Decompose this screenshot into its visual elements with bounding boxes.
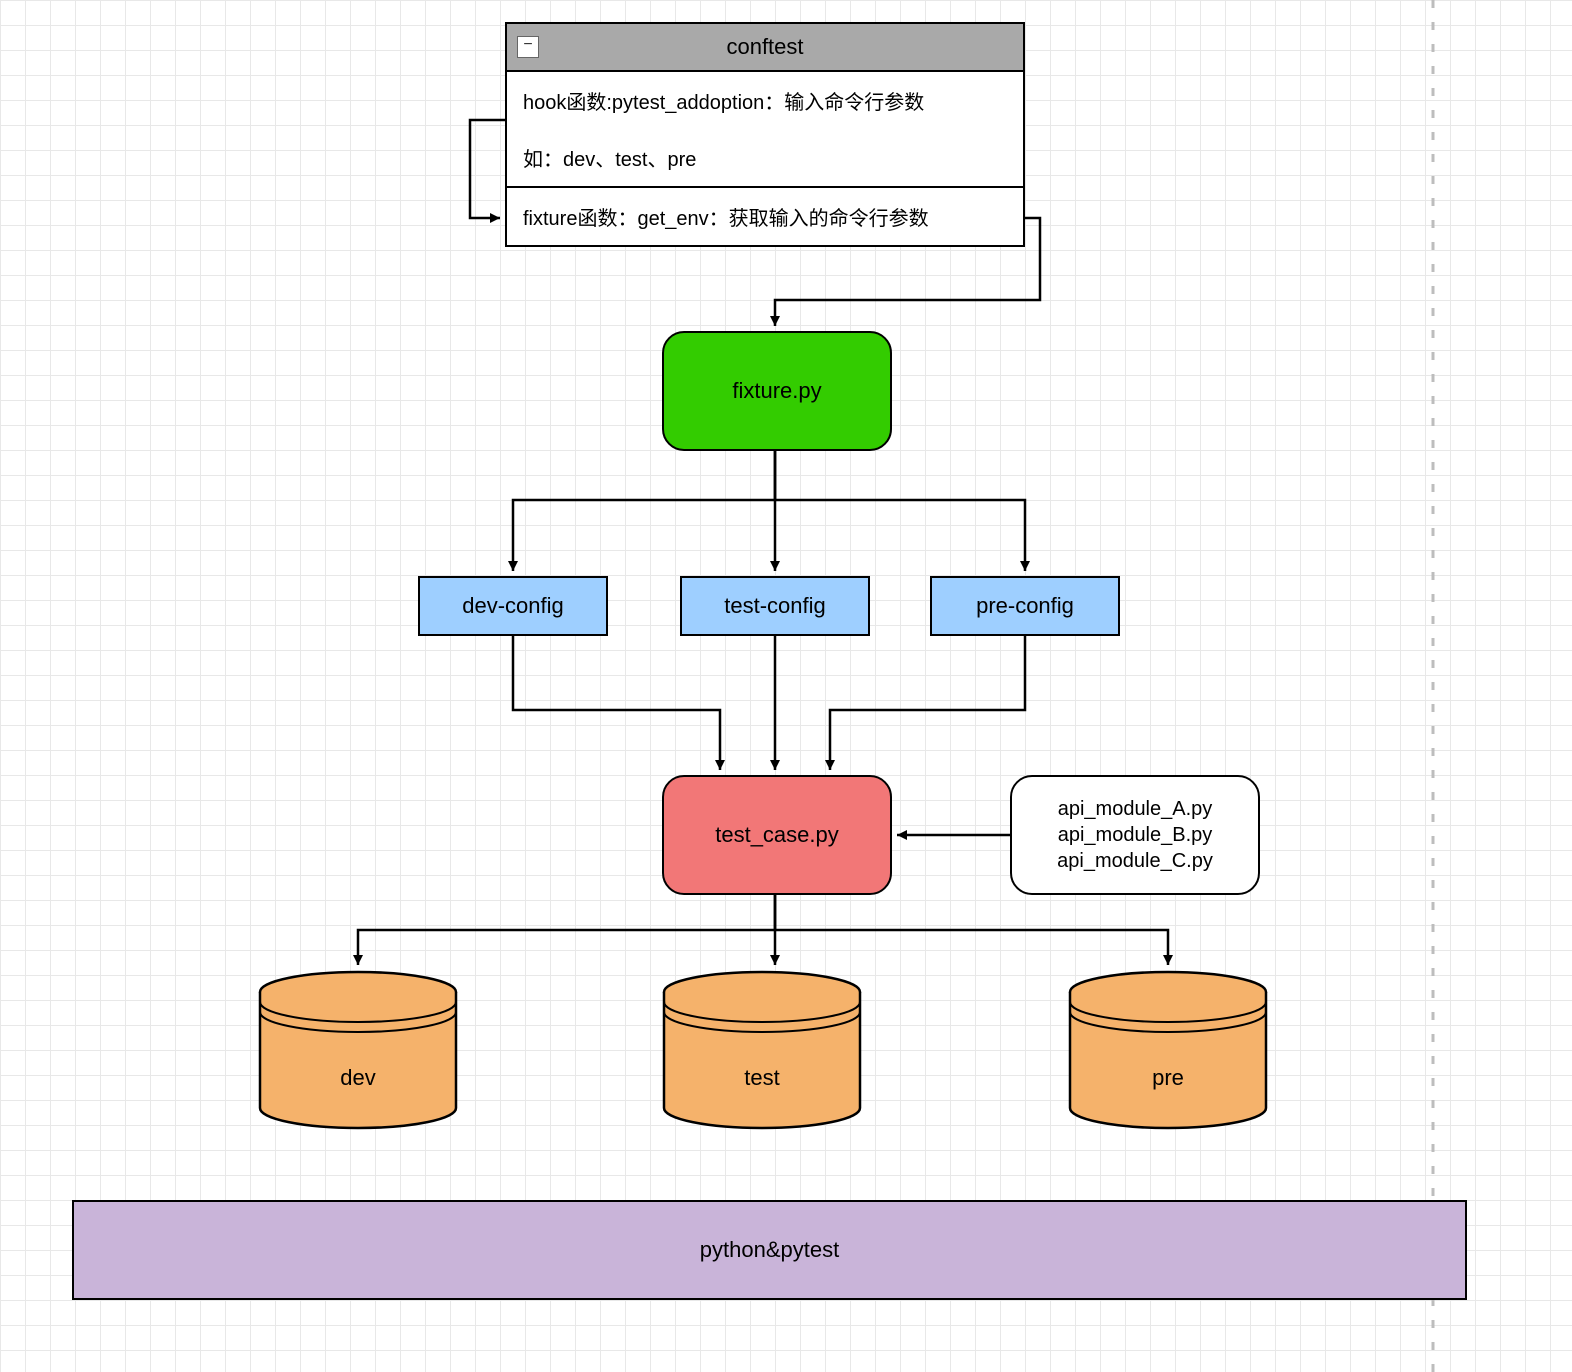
db-dev-label: dev [258,1065,458,1091]
test-config-label: test-config [724,593,826,619]
db-test[interactable]: test [662,970,862,1130]
testcase-label: test_case.py [715,822,839,848]
api-modules-node[interactable]: api_module_A.py api_module_B.py api_modu… [1010,775,1260,895]
api-module-c: api_module_C.py [1057,848,1213,874]
api-module-b: api_module_B.py [1058,822,1213,848]
conftest-row-example: 如：dev、test、pre [507,129,1023,186]
footer-bar[interactable]: python&pytest [72,1200,1467,1300]
conftest-row-fixture: fixture函数：get_env：获取输入的命令行参数 [507,186,1023,245]
conftest-header: − conftest [507,24,1023,72]
fixture-node[interactable]: fixture.py [662,331,892,451]
db-pre[interactable]: pre [1068,970,1268,1130]
conftest-title: conftest [726,34,803,59]
db-dev[interactable]: dev [258,970,458,1130]
api-module-a: api_module_A.py [1058,796,1213,822]
fixture-label: fixture.py [732,378,821,404]
pre-config-label: pre-config [976,593,1074,619]
test-config-node[interactable]: test-config [680,576,870,636]
conftest-row-hook: hook函数:pytest_addoption：输入命令行参数 [507,72,1023,129]
database-icon [662,970,862,1130]
footer-label: python&pytest [700,1237,839,1263]
dev-config-node[interactable]: dev-config [418,576,608,636]
dev-config-label: dev-config [462,593,564,619]
pre-config-node[interactable]: pre-config [930,576,1120,636]
conftest-box[interactable]: − conftest hook函数:pytest_addoption：输入命令行… [505,22,1025,247]
testcase-node[interactable]: test_case.py [662,775,892,895]
collapse-icon[interactable]: − [517,36,539,58]
database-icon [258,970,458,1130]
database-icon [1068,970,1268,1130]
db-test-label: test [662,1065,862,1091]
db-pre-label: pre [1068,1065,1268,1091]
